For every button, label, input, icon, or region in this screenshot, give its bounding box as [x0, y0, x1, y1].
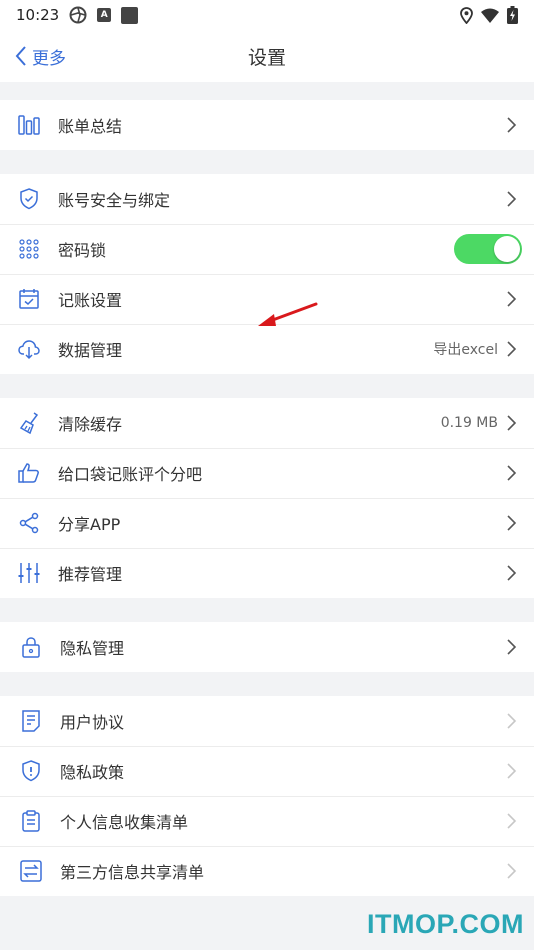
settings-item-label: 第三方信息共享清单	[60, 863, 205, 882]
location-icon	[460, 6, 473, 24]
a-badge-icon: A	[97, 8, 112, 22]
chevron-right-icon	[507, 863, 517, 879]
exchange-icon	[18, 858, 44, 884]
settings-item-label: 密码锁	[58, 241, 107, 260]
chevron-right-icon	[507, 763, 517, 779]
watermark: ITMOP.COM	[366, 909, 524, 939]
settings-item-privacy-management[interactable]: 隐私管理	[0, 622, 534, 672]
settings-item-label: 用户协议	[60, 713, 125, 732]
settings-group-legal: 用户协议 隐私政策 个人信息收集清单 第三方信息共享清单	[0, 696, 534, 896]
settings-item-label: 账单总结	[58, 117, 123, 136]
settings-item-bill-summary[interactable]: 账单总结	[0, 100, 534, 150]
settings-item-personal-info-list[interactable]: 个人信息收集清单	[0, 796, 534, 846]
shield-check-icon	[16, 186, 42, 212]
share-icon	[16, 510, 42, 536]
cache-size-value: 0.19 MB	[440, 415, 498, 431]
chevron-right-icon	[507, 291, 517, 307]
status-time: 10:23	[16, 6, 60, 24]
settings-item-label: 给口袋记账评个分吧	[58, 465, 203, 484]
chevron-right-icon	[507, 117, 517, 133]
chevron-right-icon	[507, 565, 517, 581]
settings-group-privacy: 隐私管理	[0, 622, 534, 672]
settings-item-privacy-policy[interactable]: 隐私政策	[0, 746, 534, 796]
chevron-right-icon	[507, 813, 517, 829]
settings-group-summary: 账单总结	[0, 100, 534, 150]
shield-info-icon	[18, 758, 44, 784]
cloud-download-icon	[16, 336, 42, 362]
settings-item-share-app[interactable]: 分享APP	[0, 498, 534, 548]
settings-item-label: 记账设置	[58, 291, 123, 310]
chevron-right-icon	[507, 191, 517, 207]
settings-item-label: 账号安全与绑定	[58, 191, 171, 210]
page-title: 设置	[247, 46, 286, 69]
settings-item-data-management[interactable]: 数据管理 导出excel	[0, 324, 534, 374]
chevron-right-icon	[507, 713, 517, 729]
settings-item-third-party-list[interactable]: 第三方信息共享清单	[0, 846, 534, 896]
settings-item-label: 隐私政策	[60, 763, 125, 782]
settings-item-label: 清除缓存	[58, 415, 123, 434]
sliders-icon	[16, 560, 42, 586]
square-icon	[121, 6, 139, 24]
settings-group-app: 清除缓存 0.19 MB 给口袋记账评个分吧 分享APP 推荐管理	[0, 398, 534, 598]
back-label: 更多	[32, 48, 66, 69]
settings-group-account: 账号安全与绑定 密码锁 记账设置 数据管理 导出excel	[0, 174, 534, 374]
settings-item-label: 隐私管理	[60, 639, 125, 658]
aperture-icon	[69, 6, 87, 24]
settings-item-clear-cache[interactable]: 清除缓存 0.19 MB	[0, 398, 534, 448]
password-lock-toggle[interactable]	[454, 234, 522, 264]
settings-item-user-agreement[interactable]: 用户协议	[0, 696, 534, 746]
clipboard-icon	[18, 808, 44, 834]
chevron-right-icon	[507, 465, 517, 481]
brush-icon	[16, 410, 42, 436]
settings-item-label: 分享APP	[58, 515, 121, 534]
settings-item-label: 个人信息收集清单	[60, 813, 189, 832]
nav-bar: 更多 设置	[0, 30, 534, 82]
settings-item-label: 推荐管理	[58, 565, 123, 584]
chevron-right-icon	[507, 415, 517, 431]
bar-chart-icon	[16, 112, 42, 138]
back-button[interactable]: 更多	[14, 30, 66, 82]
settings-item-account-security[interactable]: 账号安全与绑定	[0, 174, 534, 224]
lock-icon	[18, 634, 44, 660]
export-excel-value: 导出excel	[433, 342, 498, 358]
settings-item-label: 数据管理	[58, 341, 123, 360]
annotation-arrow-icon	[258, 302, 318, 326]
chevron-right-icon	[507, 515, 517, 531]
settings-item-password-lock: 密码锁	[0, 224, 534, 274]
chevron-right-icon	[507, 341, 517, 357]
chevron-right-icon	[507, 639, 517, 655]
dot-grid-icon	[16, 236, 42, 262]
battery-icon	[507, 6, 518, 24]
document-icon	[18, 708, 44, 734]
settings-item-recommend[interactable]: 推荐管理	[0, 548, 534, 598]
status-bar: 10:23 A	[0, 0, 534, 30]
wifi-icon	[481, 8, 499, 23]
settings-item-rate-app[interactable]: 给口袋记账评个分吧	[0, 448, 534, 498]
calendar-check-icon	[16, 286, 42, 312]
chevron-left-icon	[15, 46, 26, 66]
thumbs-up-icon	[16, 460, 42, 486]
